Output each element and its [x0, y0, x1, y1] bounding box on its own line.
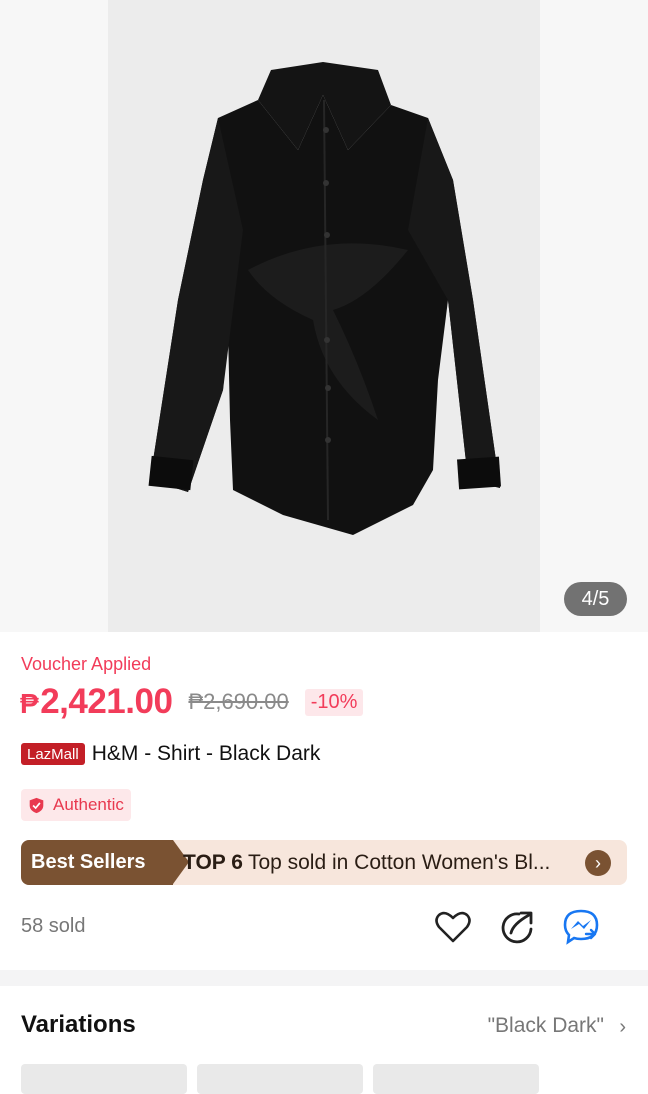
currency-symbol: ₱ [20, 688, 39, 719]
share-icon[interactable] [498, 908, 536, 946]
messenger-icon[interactable] [562, 908, 600, 946]
variations-section[interactable]: Variations "Black Dark" › [0, 986, 648, 1094]
sold-count: 58 sold [21, 915, 86, 937]
rank-label: TOP 6 [183, 850, 243, 874]
best-sellers-bar[interactable]: Best Sellers TOP 6 Top sold in Cotton Wo… [21, 840, 627, 885]
action-buttons [434, 908, 600, 946]
title-row: LazMall H&M - Shirt - Black Dark [21, 742, 320, 766]
best-sellers-tag: Best Sellers [21, 840, 173, 885]
voucher-label: Voucher Applied [21, 654, 152, 674]
chevron-right-icon[interactable]: › [619, 1016, 626, 1039]
product-gallery[interactable]: 4/5 [0, 0, 648, 632]
variation-swatch[interactable] [373, 1064, 539, 1094]
discount-badge: -10% [304, 688, 364, 716]
authentic-label: Authentic [53, 795, 124, 814]
gallery-edge-right [540, 0, 648, 632]
variation-swatch[interactable] [21, 1064, 187, 1094]
shield-icon [29, 797, 44, 813]
rank-text: Top sold in Cotton Women's Bl... [247, 850, 551, 874]
product-info: Voucher Applied ₱2,421.00 ₱2,690.00 -10%… [0, 632, 648, 970]
lazmall-badge: LazMall [21, 743, 85, 765]
variations-selected: "Black Dark" [487, 1014, 604, 1037]
authentic-badge[interactable]: Authentic [21, 789, 131, 821]
shirt-illustration [148, 62, 501, 535]
variations-label: Variations [21, 1011, 136, 1038]
price-value: 2,421.00 [40, 682, 173, 721]
best-sellers-rank: TOP 6 Top sold in Cotton Women's Bl... [183, 840, 583, 885]
heart-icon[interactable] [434, 908, 472, 946]
product-image[interactable] [108, 0, 540, 632]
price-row: ₱2,421.00 ₱2,690.00 -10% [20, 682, 364, 722]
current-price: ₱2,421.00 [20, 682, 173, 722]
chevron-right-icon[interactable]: › [585, 850, 611, 876]
product-title: H&M - Shirt - Black Dark [91, 742, 321, 765]
variation-swatch[interactable] [197, 1064, 363, 1094]
original-price: ₱2,690.00 [188, 689, 289, 714]
section-divider [0, 970, 648, 986]
gallery-edge-left [0, 0, 108, 632]
image-counter: 4/5 [564, 582, 627, 616]
